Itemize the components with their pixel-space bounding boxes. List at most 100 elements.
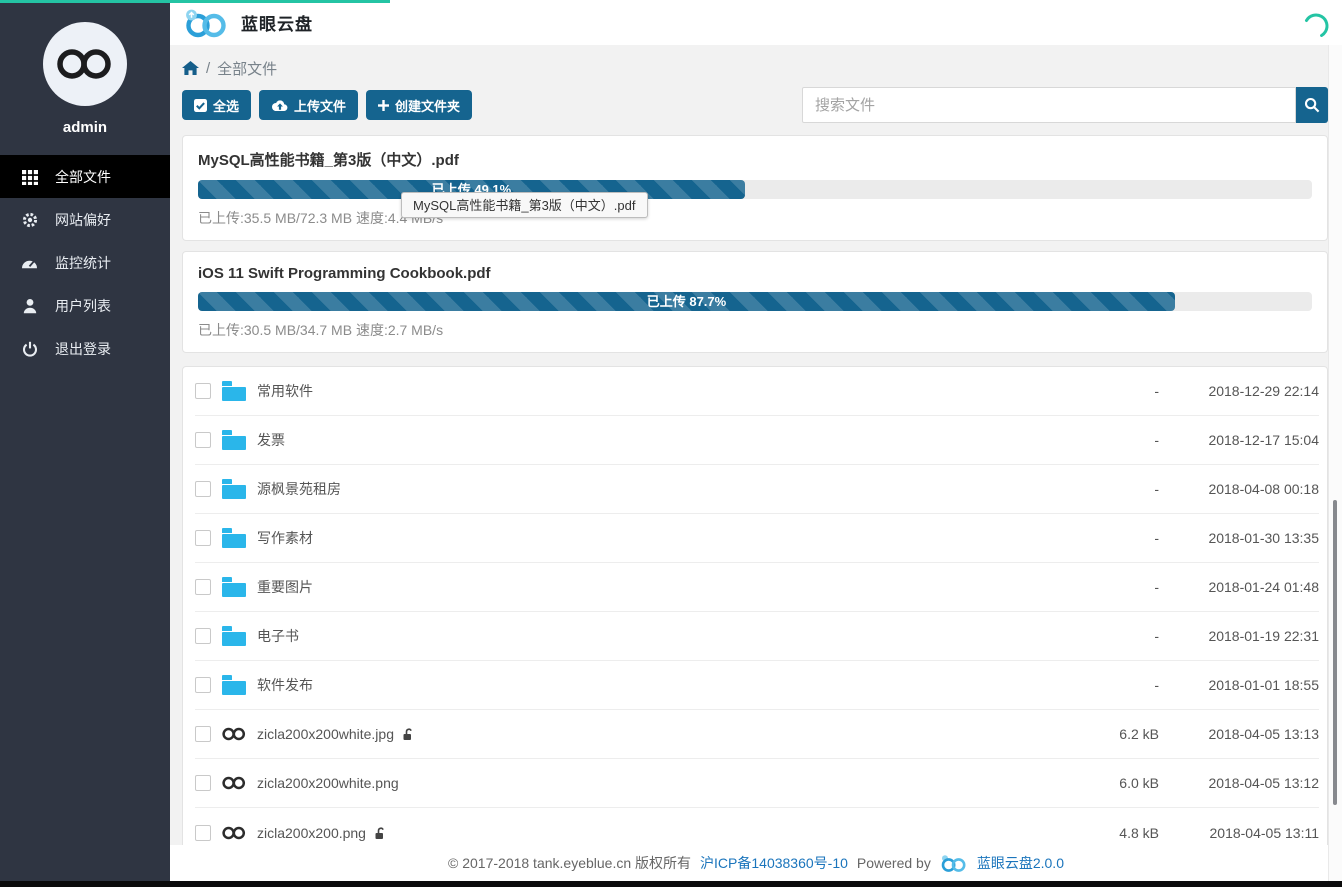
file-name[interactable]: 软件发布 — [257, 675, 313, 695]
file-size: 6.0 kB — [1059, 775, 1159, 791]
row-checkbox[interactable] — [195, 432, 211, 448]
sidebar-item-label: 全部文件 — [55, 167, 111, 187]
plus-icon — [378, 100, 389, 111]
loading-spinner-icon — [1302, 12, 1330, 45]
upload-filename: iOS 11 Swift Programming Cookbook.pdf — [198, 265, 1312, 282]
select-all-button[interactable]: 全选 — [182, 90, 251, 120]
folder-icon — [222, 528, 246, 548]
file-thumbnail-icon — [222, 775, 246, 791]
file-size: - — [1059, 530, 1159, 546]
upload-card: MySQL高性能书籍_第3版（中文）.pdf 已上传 49.1% 已上传:35.… — [182, 135, 1328, 241]
table-row[interactable]: 发票 - 2018-12-17 15:04 — [195, 416, 1319, 465]
file-date: 2018-01-01 18:55 — [1159, 677, 1319, 693]
file-thumbnail-icon — [222, 825, 246, 841]
file-name[interactable]: zicla200x200white.png — [257, 775, 399, 791]
row-checkbox[interactable] — [195, 579, 211, 595]
create-folder-button[interactable]: 创建文件夹 — [366, 90, 472, 120]
file-name[interactable]: 写作素材 — [257, 528, 313, 548]
sidebar-item-logout[interactable]: 退出登录 — [0, 327, 170, 370]
breadcrumb-current: 全部文件 — [217, 58, 277, 79]
grid-icon — [21, 169, 38, 185]
sidebar-item-monitoring[interactable]: 监控统计 — [0, 241, 170, 284]
sidebar-item-user-list[interactable]: 用户列表 — [0, 284, 170, 327]
file-date: 2018-01-24 01:48 — [1159, 579, 1319, 595]
sidebar-item-label: 监控统计 — [55, 253, 111, 273]
home-icon[interactable] — [182, 61, 199, 76]
table-row[interactable]: 软件发布 - 2018-01-01 18:55 — [195, 661, 1319, 710]
search-input[interactable] — [802, 87, 1296, 123]
upload-progress-track: 已上传 87.7% — [198, 292, 1312, 311]
file-size: - — [1059, 628, 1159, 644]
check-square-icon — [194, 99, 207, 112]
footer: © 2017-2018 tank.eyeblue.cn 版权所有 沪ICP备14… — [170, 845, 1342, 881]
username-label: admin — [63, 119, 107, 136]
file-date: 2018-01-30 13:35 — [1159, 530, 1319, 546]
content-area: / 全部文件 全选 — [170, 45, 1342, 845]
table-row[interactable]: 电子书 - 2018-01-19 22:31 — [195, 612, 1319, 661]
file-size: 6.2 kB — [1059, 726, 1159, 742]
row-checkbox[interactable] — [195, 677, 211, 693]
dashboard-icon — [21, 255, 38, 271]
cloud-upload-icon — [271, 99, 288, 112]
table-row[interactable]: zicla200x200white.png 6.0 kB 2018-04-05 … — [195, 759, 1319, 808]
window-bottom-bar — [0, 881, 1342, 887]
sidebar-item-all-files[interactable]: 全部文件 — [0, 155, 170, 198]
file-size: - — [1059, 432, 1159, 448]
file-date: 2018-04-05 13:13 — [1159, 726, 1319, 742]
upload-tooltip: MySQL高性能书籍_第3版（中文）.pdf — [401, 192, 648, 218]
sidebar-item-site-preferences[interactable]: 网站偏好 — [0, 198, 170, 241]
upload-file-label: 上传文件 — [294, 96, 346, 115]
copyright-text: © 2017-2018 tank.eyeblue.cn 版权所有 — [448, 853, 691, 873]
upload-detail: 已上传:35.5 MB/72.3 MB 速度:4.4 MB/s — [198, 208, 1312, 228]
breadcrumb-separator: / — [206, 60, 210, 77]
powered-by-label: Powered by — [857, 855, 931, 871]
row-checkbox[interactable] — [195, 628, 211, 644]
folder-icon — [222, 675, 246, 695]
row-checkbox[interactable] — [195, 481, 211, 497]
scrollbar-track[interactable] — [1328, 45, 1342, 881]
row-checkbox[interactable] — [195, 383, 211, 399]
folder-icon — [222, 577, 246, 597]
select-all-label: 全选 — [213, 96, 239, 115]
app-version-link[interactable]: 蓝眼云盘2.0.0 — [977, 853, 1064, 873]
file-size: - — [1059, 579, 1159, 595]
row-checkbox[interactable] — [195, 825, 211, 841]
folder-icon — [222, 430, 246, 450]
file-name[interactable]: zicla200x200white.jpg — [257, 726, 394, 742]
user-icon — [21, 298, 38, 314]
avatar[interactable] — [43, 22, 127, 106]
table-row[interactable]: 常用软件 - 2018-12-29 22:14 — [195, 367, 1319, 416]
page-title: 蓝眼云盘 — [241, 10, 313, 35]
scrollbar-thumb[interactable] — [1333, 500, 1337, 805]
file-name[interactable]: 重要图片 — [257, 577, 313, 597]
file-name[interactable]: 常用软件 — [257, 381, 313, 401]
upload-filename: MySQL高性能书籍_第3版（中文）.pdf — [198, 149, 1312, 170]
file-name[interactable]: 电子书 — [257, 626, 299, 646]
file-date: 2018-12-29 22:14 — [1159, 383, 1319, 399]
file-size: - — [1059, 677, 1159, 693]
upload-file-button[interactable]: 上传文件 — [259, 90, 358, 120]
file-date: 2018-04-05 13:12 — [1159, 775, 1319, 791]
file-size: 4.8 kB — [1059, 825, 1159, 841]
search-button[interactable] — [1296, 87, 1328, 123]
power-icon — [21, 341, 38, 357]
row-checkbox[interactable] — [195, 530, 211, 546]
file-date: 2018-04-08 00:18 — [1159, 481, 1319, 497]
brand-logo-icon — [182, 8, 228, 38]
icp-link[interactable]: 沪ICP备14038360号-10 — [700, 853, 848, 873]
row-checkbox[interactable] — [195, 726, 211, 742]
file-name[interactable]: 发票 — [257, 430, 285, 450]
table-row[interactable]: 重要图片 - 2018-01-24 01:48 — [195, 563, 1319, 612]
folder-icon — [222, 479, 246, 499]
table-row[interactable]: 源枫景苑租房 - 2018-04-08 00:18 — [195, 465, 1319, 514]
file-name[interactable]: 源枫景苑租房 — [257, 479, 341, 499]
table-row[interactable]: zicla200x200.png 4.8 kB 2018-04-05 13:11 — [195, 808, 1319, 845]
page-load-progress-bar — [0, 0, 390, 3]
table-row[interactable]: zicla200x200white.jpg 6.2 kB 2018-04-05 … — [195, 710, 1319, 759]
folder-icon — [222, 626, 246, 646]
file-date: 2018-04-05 13:11 — [1159, 825, 1319, 841]
row-checkbox[interactable] — [195, 775, 211, 791]
file-name[interactable]: zicla200x200.png — [257, 825, 366, 841]
breadcrumb: / 全部文件 — [182, 57, 1328, 79]
table-row[interactable]: 写作素材 - 2018-01-30 13:35 — [195, 514, 1319, 563]
